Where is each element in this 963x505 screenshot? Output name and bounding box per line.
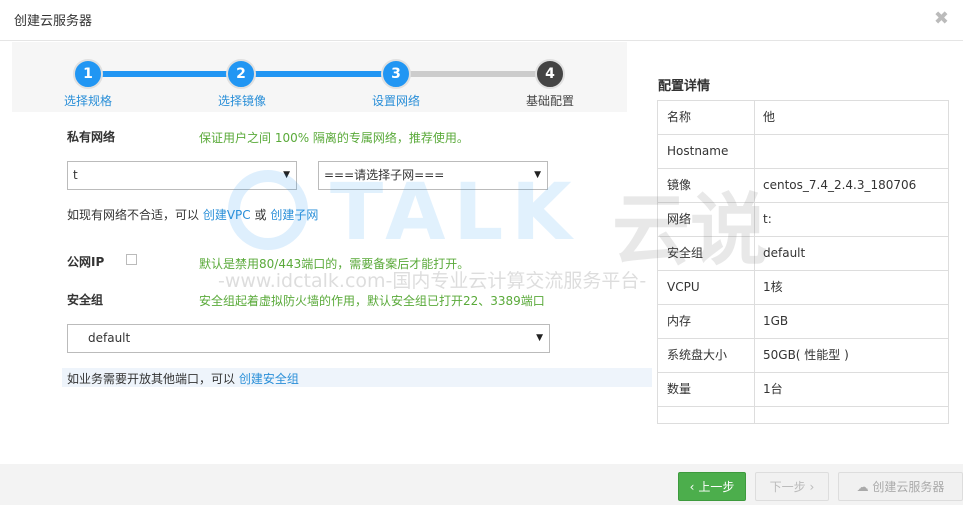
row-key: 内存 <box>658 305 755 338</box>
vpc-select[interactable]: t ▼ <box>67 161 297 190</box>
table-row: 镜像 centos_7.4_2.4.3_180706 <box>658 169 948 203</box>
dialog-title: 创建云服务器 <box>14 14 93 29</box>
step-1-circle[interactable]: 1 <box>73 59 103 89</box>
details-table: 名称他 Hostname 镜像 centos_7.4_2.4.3_180706 网… <box>657 100 949 424</box>
step-1-label[interactable]: 选择规格 <box>43 92 133 109</box>
network-hint: 保证用户之间 100% 隔离的专属网络，推荐使用。 <box>199 131 469 145</box>
table-row: Hostname <box>658 135 948 169</box>
table-row: 数量 1台 <box>658 373 948 407</box>
subnet-select-value: ===请选择子网=== <box>324 168 445 182</box>
row-value: t: <box>763 212 772 226</box>
vpc-select-value: t <box>73 168 78 182</box>
row-value: 他 <box>763 110 776 124</box>
dropdown-arrow-icon: ▼ <box>283 170 290 180</box>
security-group-help-prefix: 如业务需要开放其他端口，可以 <box>67 372 236 386</box>
create-subnet-link[interactable]: 创建子网 <box>270 208 318 222</box>
details-title: 配置详情 <box>658 79 711 94</box>
security-group-select[interactable]: default ▼ <box>67 324 550 353</box>
chevron-left-icon: ‹ <box>689 480 695 494</box>
prev-step-label: 上一步 <box>698 480 735 494</box>
cloud-icon: ☁ <box>856 480 869 494</box>
create-server-label: 创建云服务器 <box>872 480 945 494</box>
table-row: 安全组 default <box>658 237 948 271</box>
or-text: 或 <box>254 208 267 222</box>
create-server-button[interactable]: ☁ 创建云服务器 <box>838 472 963 501</box>
subnet-select[interactable]: ===请选择子网=== ▼ <box>318 161 548 190</box>
row-key: 名称 <box>658 101 755 134</box>
row-value: 1核 <box>763 280 783 294</box>
row-value: default <box>763 246 806 260</box>
chevron-right-icon: › <box>809 480 815 494</box>
table-row: 网络 t: <box>658 203 948 237</box>
public-ip-hint: 默认是禁用80/443端口的，需要备案后才能打开。 <box>199 257 470 271</box>
table-row: VCPU 1核 <box>658 271 948 305</box>
row-value: 1台 <box>763 382 783 396</box>
security-group-select-value: default <box>88 331 131 345</box>
table-row: 名称他 <box>658 101 948 135</box>
step-track-complete <box>241 71 396 77</box>
next-step-label: 下一步 <box>769 480 806 494</box>
create-server-dialog: 创建云服务器 ✖ 1 2 3 4 选择规格 选择镜像 设置网络 基础配置 私有网… <box>0 0 963 505</box>
security-group-help-text: 如业务需要开放其他端口，可以 创建安全组 <box>67 370 299 387</box>
row-value: 1GB <box>763 314 789 328</box>
row-value: 50GB( 性能型 ) <box>763 348 849 362</box>
dropdown-arrow-icon: ▼ <box>536 333 543 343</box>
step-2-label[interactable]: 选择镜像 <box>197 92 287 109</box>
step-3-circle[interactable]: 3 <box>381 59 411 89</box>
row-key: 镜像 <box>658 169 755 202</box>
create-security-group-link[interactable]: 创建安全组 <box>239 372 299 386</box>
row-key: 数量 <box>658 373 755 406</box>
table-row: 系统盘大小 50GB( 性能型 ) <box>658 339 948 373</box>
public-ip-checkbox[interactable] <box>126 254 137 265</box>
table-row: 内存 1GB <box>658 305 948 339</box>
row-value: centos_7.4_2.4.3_180706 <box>763 178 917 192</box>
dropdown-arrow-icon: ▼ <box>534 170 541 180</box>
network-help-text: 如现有网络不合适，可以 创建VPC 或 创建子网 <box>67 206 318 223</box>
row-key: 网络 <box>658 203 755 236</box>
step-4-circle: 4 <box>535 59 565 89</box>
step-3-label[interactable]: 设置网络 <box>351 92 441 109</box>
row-key: Hostname <box>658 135 755 168</box>
prev-step-button[interactable]: ‹ 上一步 <box>678 472 746 501</box>
step-2-circle[interactable]: 2 <box>226 59 256 89</box>
step-4-label: 基础配置 <box>525 94 574 108</box>
step-track-pending <box>396 71 550 77</box>
create-vpc-link[interactable]: 创建VPC <box>203 208 251 222</box>
row-key: 系统盘大小 <box>658 339 755 372</box>
row-value <box>755 407 948 423</box>
public-ip-label: 公网IP <box>67 255 105 269</box>
security-group-hint: 安全组起着虚拟防火墙的作用，默认安全组已打开22、3389端口 <box>199 294 545 308</box>
dialog-header: 创建云服务器 ✖ <box>0 0 963 41</box>
step-track-complete <box>88 71 241 77</box>
row-key <box>658 407 755 423</box>
row-key: VCPU <box>658 271 755 304</box>
close-icon[interactable]: ✖ <box>934 10 949 28</box>
network-label: 私有网络 <box>67 130 116 144</box>
row-key: 安全组 <box>658 237 755 270</box>
stepper: 1 2 3 4 选择规格 选择镜像 设置网络 基础配置 <box>12 42 627 112</box>
row-value <box>755 135 948 168</box>
table-row <box>658 407 948 424</box>
next-step-button[interactable]: 下一步 › <box>755 472 829 501</box>
security-group-label: 安全组 <box>67 293 104 307</box>
network-help-prefix: 如现有网络不合适，可以 <box>67 208 200 222</box>
